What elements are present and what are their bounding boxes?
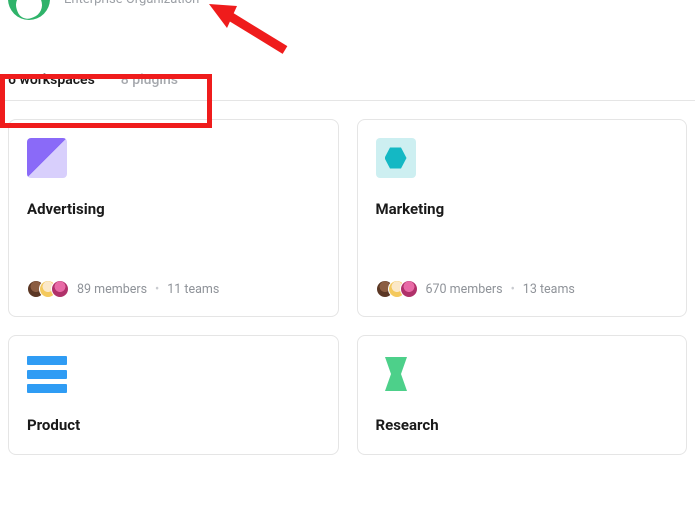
workspace-icon-product	[27, 354, 67, 394]
tab-workspaces[interactable]: 6 workspaces	[8, 72, 95, 88]
workspace-title: Advertising	[27, 200, 320, 218]
workspace-card-marketing[interactable]: Marketing 670 members • 13 teams	[357, 119, 688, 317]
workspace-title: Marketing	[376, 200, 669, 218]
avatar-stack	[27, 280, 69, 298]
workspace-card-product[interactable]: Product	[8, 335, 339, 455]
tab-plugins[interactable]: 8 plugins	[121, 72, 178, 88]
org-subtitle: Enterprise Organization	[64, 0, 199, 7]
workspace-icon-marketing	[376, 138, 416, 178]
workspace-footer: 670 members • 13 teams	[376, 280, 669, 298]
workspace-footer: 89 members • 11 teams	[27, 280, 320, 298]
org-header: Enterprise Organization	[0, 0, 695, 40]
workspace-icon-research	[376, 354, 416, 394]
avatar	[400, 280, 418, 298]
members-count: 670 members	[426, 282, 503, 297]
workspace-card-advertising[interactable]: Advertising 89 members • 11 teams	[8, 119, 339, 317]
workspace-title: Product	[27, 416, 320, 434]
separator-dot: •	[511, 282, 515, 297]
members-count: 89 members	[77, 282, 147, 297]
org-logo	[8, 0, 50, 20]
avatar	[51, 280, 69, 298]
workspace-card-research[interactable]: Research	[357, 335, 688, 455]
separator-dot: •	[155, 282, 159, 297]
org-text: Enterprise Organization	[64, 0, 199, 7]
teams-count: 11 teams	[167, 282, 219, 297]
tabs-bar: 6 workspaces 8 plugins	[0, 40, 695, 101]
workspace-grid: Advertising 89 members • 11 teams Market…	[0, 101, 695, 455]
workspace-icon-advertising	[27, 138, 67, 178]
workspace-title: Research	[376, 416, 669, 434]
avatar-stack	[376, 280, 418, 298]
teams-count: 13 teams	[523, 282, 575, 297]
